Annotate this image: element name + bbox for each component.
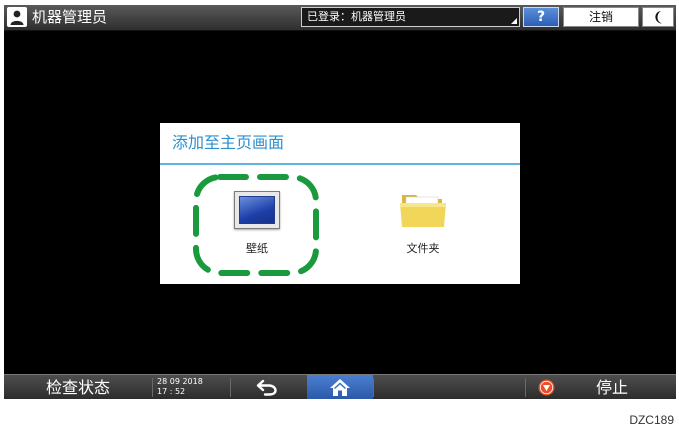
- home-icon: [330, 379, 350, 396]
- home-button[interactable]: [307, 375, 373, 399]
- user-title: 机器管理员: [32, 8, 108, 26]
- top-bar: 机器管理员 已登录：机器管理员 ? 注销: [4, 5, 676, 31]
- user-icon[interactable]: [7, 7, 27, 27]
- energy-saver-button[interactable]: [642, 7, 674, 27]
- help-button[interactable]: ?: [523, 7, 559, 27]
- back-button[interactable]: [232, 375, 302, 399]
- wallpaper-icon: [234, 191, 280, 229]
- wallpaper-label: 壁纸: [246, 242, 268, 255]
- date-time: 28 09 2018 17 : 52: [157, 377, 203, 397]
- check-status-button[interactable]: 检查状态: [4, 375, 152, 399]
- bottom-bar: 检查状态 28 09 2018 17 : 52 停止: [4, 374, 676, 399]
- wallpaper-item[interactable]: 壁纸: [193, 174, 319, 276]
- figure-code: DZC189: [629, 413, 674, 427]
- time-text: 17 : 52: [157, 387, 186, 396]
- moon-icon: [655, 11, 662, 24]
- logged-in-text: 已登录：机器管理员: [307, 10, 406, 23]
- folder-label: 文件夹: [406, 242, 440, 255]
- back-arrow-icon: [256, 379, 277, 396]
- dialog-divider: [160, 163, 520, 165]
- stop-icon: [538, 379, 555, 396]
- folder-item[interactable]: 文件夹: [368, 177, 478, 273]
- folder-icon: [400, 195, 446, 227]
- stop-label: 停止: [596, 378, 629, 397]
- add-to-home-dialog: 添加至主页画面 壁纸 文件夹: [160, 123, 520, 284]
- logout-button[interactable]: 注销: [563, 7, 639, 27]
- device-screen: 机器管理员 已登录：机器管理员 ? 注销 添加至主页画面 壁纸 文件夹 检查状态…: [4, 5, 676, 399]
- stop-button[interactable]: 停止: [526, 375, 676, 399]
- expand-corner-icon: [511, 18, 517, 24]
- dialog-title: 添加至主页画面: [172, 133, 285, 152]
- date-text: 28 09 2018: [157, 377, 203, 386]
- logged-in-status[interactable]: 已登录：机器管理员: [301, 7, 520, 27]
